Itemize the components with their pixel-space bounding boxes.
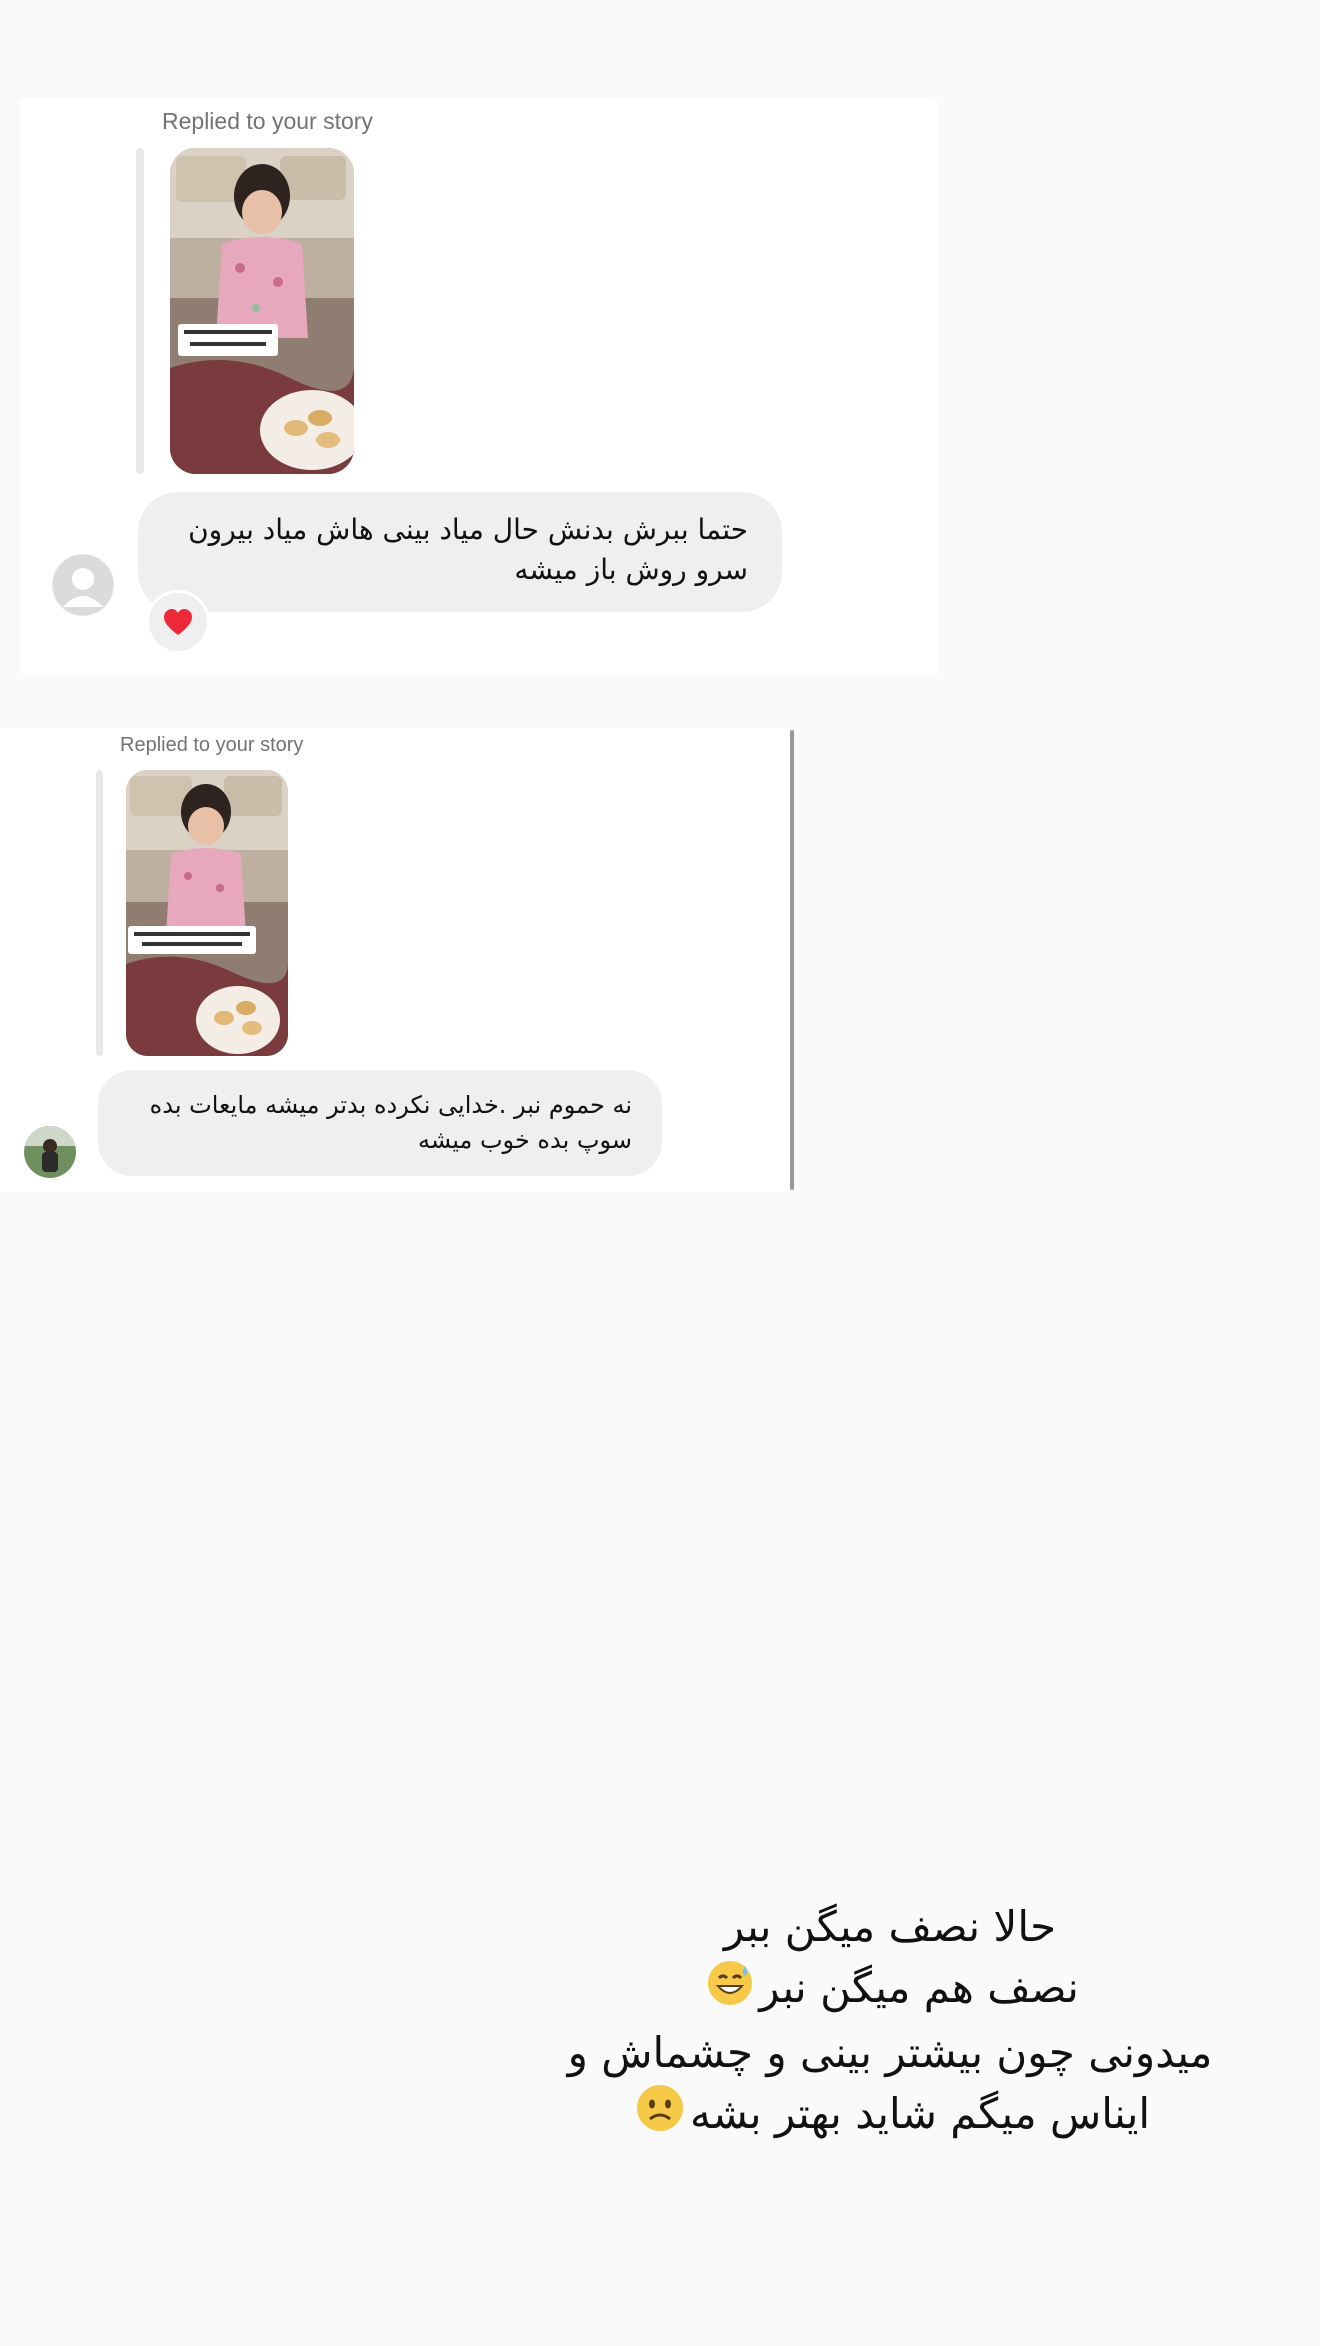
message-bubble[interactable]: حتما ببرش بدنش حال میاد بینی هاش میاد بی… (138, 492, 782, 612)
user-photo (24, 1126, 76, 1178)
caption-line-with-emoji: نصف هم میگن نبر (560, 1957, 1220, 2022)
replied-to-story-label: Replied to your story (120, 734, 304, 756)
caption-text: حالا نصف میگن ببر نصف هم میگن نبر میدونی… (560, 1896, 1220, 2148)
message-bubble[interactable]: نه حموم نبر .خدایی نکرده بدتر میشه مایعا… (98, 1070, 662, 1176)
message-text-line: نه حموم نبر .خدایی نکرده بدتر میشه مایعا… (149, 1091, 632, 1119)
story-image (126, 770, 288, 1056)
message-text-line: سوپ بده خوب میشه (417, 1126, 632, 1154)
slightly-frowning-emoji (636, 2084, 684, 2148)
message-text-line: سرو روش باز میشه (514, 553, 748, 586)
grinning-sweat-emoji (707, 1960, 753, 2022)
story-thumbnail[interactable] (170, 148, 354, 474)
story-image (170, 148, 354, 474)
caption-line: میدونی چون بیشتر بینی و چشماش و (567, 2027, 1213, 2077)
caption-line: حالا نصف میگن ببر (723, 1902, 1057, 1951)
scroll-edge (790, 730, 794, 1190)
reply-quote-bar (96, 770, 103, 1056)
heart-icon (164, 609, 192, 635)
heart-reaction[interactable] (146, 590, 210, 654)
reply-quote-bar (136, 148, 144, 474)
person-silhouette-icon (53, 555, 113, 615)
default-avatar[interactable] (52, 554, 114, 616)
caption-line-with-emoji: ایناس میگم شاید بهتر بشه (560, 2083, 1220, 2149)
user-photo-avatar[interactable] (24, 1126, 76, 1178)
replied-to-story-label: Replied to your story (162, 108, 373, 134)
message-text-line: حتما ببرش بدنش حال میاد بینی هاش میاد بی… (188, 513, 748, 546)
story-thumbnail[interactable] (126, 770, 288, 1056)
